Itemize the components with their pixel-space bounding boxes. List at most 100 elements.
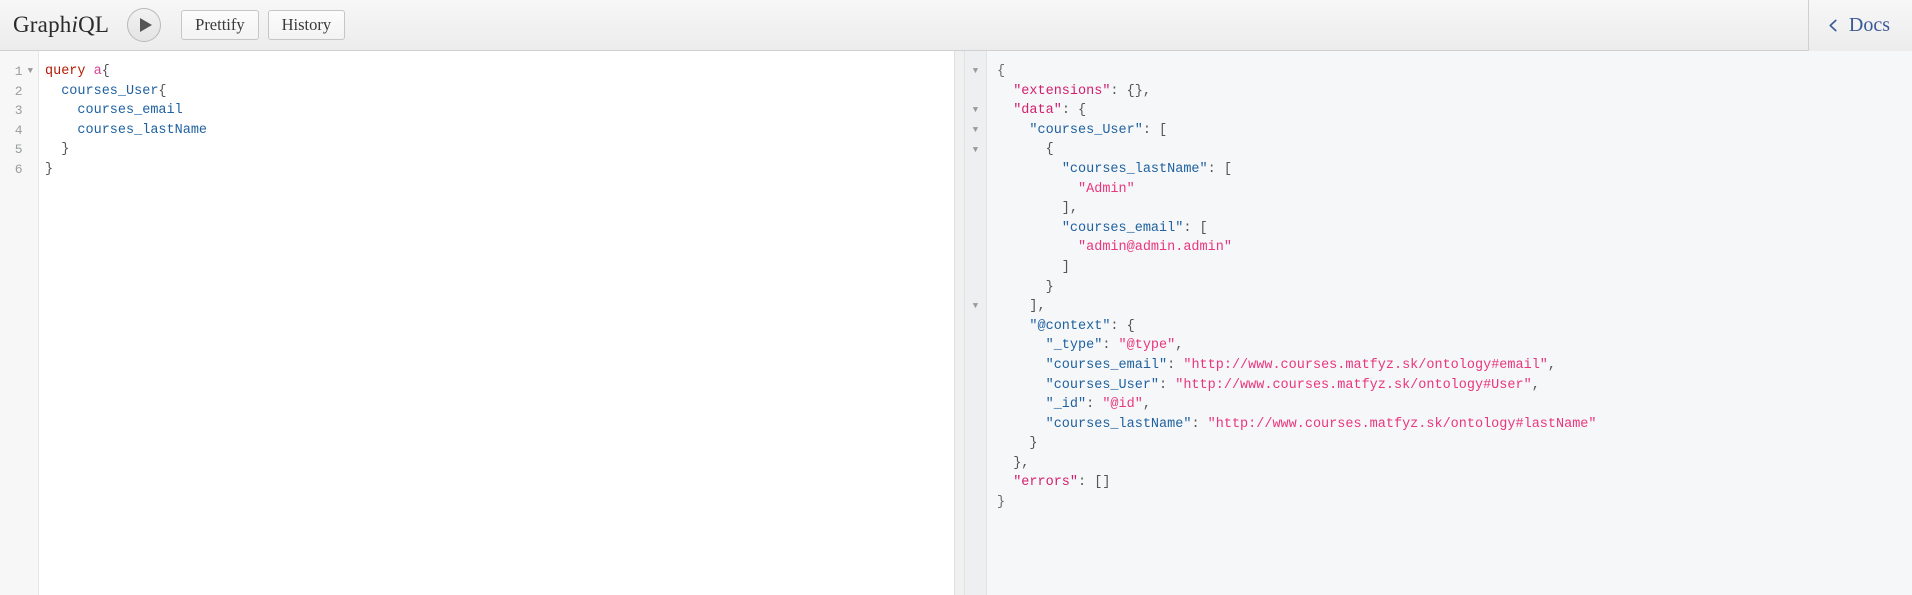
result-gutter-row: ▼ [965, 317, 986, 337]
result-gutter-row: ▼ [965, 258, 986, 278]
code-token [997, 182, 1078, 197]
code-token: : [1086, 397, 1102, 412]
result-gutter-row: ▼ [965, 199, 986, 219]
code-token: "extensions" [1013, 84, 1110, 99]
code-token [997, 378, 1046, 393]
code-token: , [1548, 358, 1556, 373]
fold-toggle-icon[interactable]: ▼ [973, 126, 978, 135]
code-token: courses_email [77, 103, 182, 118]
code-token: }, [997, 456, 1029, 471]
query-line-number: 5▼ [0, 140, 38, 160]
prettify-button[interactable]: Prettify [181, 10, 259, 40]
code-token [997, 123, 1029, 138]
result-line: "data": { [997, 101, 1912, 121]
code-token [997, 397, 1046, 412]
code-token: } [45, 142, 69, 157]
code-token: "courses_lastName" [1062, 162, 1208, 177]
query-line: courses_email [45, 101, 954, 121]
code-token: "courses_email" [1046, 358, 1168, 373]
code-token: "http://www.courses.matfyz.sk/ontology#l… [1208, 417, 1597, 432]
result-gutter-row: ▼ [965, 454, 986, 474]
query-line-number: 2▼ [0, 82, 38, 102]
code-token [997, 84, 1013, 99]
code-token: ], [997, 201, 1078, 216]
pane-splitter[interactable] [955, 51, 965, 595]
result-gutter-row: ▼ [965, 297, 986, 317]
code-token [997, 319, 1029, 334]
code-token: query [45, 64, 86, 79]
result-line: "_id": "@id", [997, 395, 1912, 415]
result-line: "courses_email": [ [997, 219, 1912, 239]
result-gutter-row: ▼ [965, 219, 986, 239]
code-token: } [45, 162, 53, 177]
query-editor-pane: 1▼2▼3▼4▼5▼6▼ query a{ courses_User{ cour… [0, 51, 955, 595]
code-token: "@id" [1102, 397, 1143, 412]
line-number-label: 1 [15, 62, 23, 82]
code-token [997, 338, 1046, 353]
fold-toggle-icon[interactable]: ▼ [973, 106, 978, 115]
code-token: "_type" [1046, 338, 1103, 353]
query-line: courses_User{ [45, 82, 954, 102]
code-token: "@type" [1119, 338, 1176, 353]
result-gutter-row: ▼ [965, 121, 986, 141]
result-gutter-row: ▼ [965, 473, 986, 493]
code-token [997, 417, 1046, 432]
docs-button[interactable]: Docs [1808, 0, 1912, 51]
code-token: "http://www.courses.matfyz.sk/ontology#e… [1183, 358, 1548, 373]
result-line: "_type": "@type", [997, 336, 1912, 356]
result-gutter-row: ▼ [965, 356, 986, 376]
code-token: : [1191, 417, 1207, 432]
query-line-number: 4▼ [0, 121, 38, 141]
result-line: "errors": [] [997, 473, 1912, 493]
code-token: "_id" [1046, 397, 1087, 412]
code-token: "Admin" [1078, 182, 1135, 197]
line-number-label: 5 [15, 140, 23, 160]
execute-query-button[interactable] [127, 8, 161, 42]
code-token [997, 358, 1046, 373]
code-token: "data" [1013, 103, 1062, 118]
result-gutter-row: ▼ [965, 160, 986, 180]
code-token [997, 240, 1078, 255]
code-token: { [158, 84, 166, 99]
code-token [86, 64, 94, 79]
result-gutter-row: ▼ [965, 82, 986, 102]
code-token: { [102, 64, 110, 79]
code-token: : { [1110, 319, 1134, 334]
code-token: ], [997, 299, 1046, 314]
code-token: } [997, 280, 1054, 295]
line-number-label: 4 [15, 121, 23, 141]
history-button[interactable]: History [268, 10, 346, 40]
code-token: { [997, 142, 1054, 157]
result-gutter-row: ▼ [965, 376, 986, 396]
result-viewer: { "extensions": {}, "data": { "courses_U… [987, 51, 1912, 595]
result-line: "courses_User": [ [997, 121, 1912, 141]
code-token: "errors" [1013, 475, 1078, 490]
code-token: , [1143, 397, 1151, 412]
code-token: "@context" [1029, 319, 1110, 334]
query-editor[interactable]: query a{ courses_User{ courses_email cou… [39, 51, 954, 595]
code-token: : [ [1143, 123, 1167, 138]
result-line: "extensions": {}, [997, 82, 1912, 102]
code-token: "http://www.courses.matfyz.sk/ontology#U… [1175, 378, 1531, 393]
result-line: "courses_User": "http://www.courses.matf… [997, 376, 1912, 396]
fold-toggle-icon[interactable]: ▼ [973, 146, 978, 155]
code-token: : [ [1208, 162, 1232, 177]
fold-toggle-icon[interactable]: ▼ [973, 67, 978, 76]
code-token: : [1159, 378, 1175, 393]
code-token [45, 103, 77, 118]
result-gutter: ▼▼▼▼▼▼▼▼▼▼▼▼▼▼▼▼▼▼▼▼▼▼▼ [965, 51, 987, 595]
result-line: } [997, 434, 1912, 454]
result-gutter-row: ▼ [965, 415, 986, 435]
fold-toggle-icon[interactable]: ▼ [28, 67, 33, 76]
result-gutter-row: ▼ [965, 434, 986, 454]
result-line: { [997, 62, 1912, 82]
code-token: "courses_User" [1029, 123, 1142, 138]
code-token: } [997, 436, 1038, 451]
code-token: : [ [1183, 221, 1207, 236]
app-logo: GraphiQL [0, 12, 127, 38]
result-line: ], [997, 199, 1912, 219]
docs-label: Docs [1849, 14, 1890, 37]
fold-toggle-icon[interactable]: ▼ [973, 302, 978, 311]
result-gutter-row: ▼ [965, 101, 986, 121]
code-token: : {}, [1110, 84, 1151, 99]
